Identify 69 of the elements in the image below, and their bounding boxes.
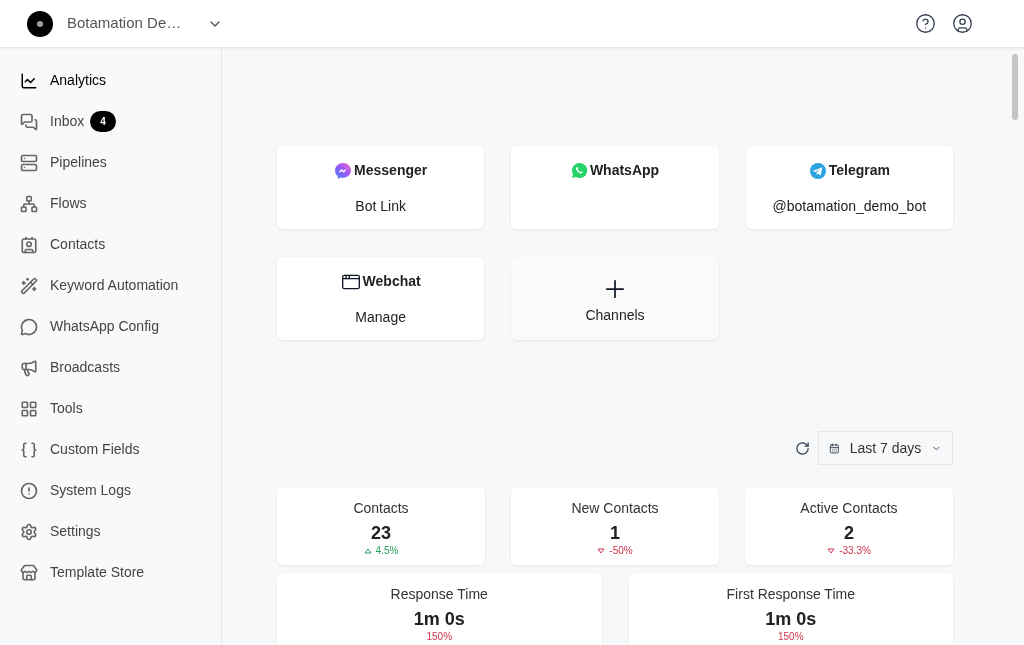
up-triangle-icon bbox=[363, 548, 372, 554]
stat-value: 23 bbox=[371, 522, 391, 545]
sidebar-item[interactable]: WhatsApp Config bbox=[0, 306, 221, 347]
help-icon[interactable] bbox=[915, 13, 936, 34]
add-channel-card[interactable]: Channels bbox=[511, 257, 719, 340]
messenger-icon bbox=[334, 161, 353, 180]
stack-icon bbox=[20, 153, 38, 172]
sidebar-item[interactable]: Contacts bbox=[0, 224, 221, 265]
braces-icon bbox=[20, 440, 38, 459]
sidebar-item[interactable]: Tools bbox=[0, 388, 221, 429]
store-icon bbox=[20, 563, 38, 582]
channel-title: Channels bbox=[585, 306, 645, 325]
chat-icon bbox=[20, 112, 38, 131]
channel-title: Messenger bbox=[354, 161, 428, 180]
stat-label: Response Time bbox=[390, 585, 488, 604]
down-triangle-icon bbox=[597, 548, 606, 554]
megaphone-icon bbox=[20, 358, 38, 377]
stat-label: Active Contacts bbox=[800, 499, 898, 518]
whatsapp-icon bbox=[570, 162, 588, 179]
channel-card[interactable]: Webchat Manage bbox=[277, 257, 485, 340]
channel-card[interactable]: Messenger Bot Link bbox=[277, 146, 485, 229]
stat-change: 4.5% bbox=[375, 545, 399, 557]
down-triangle-icon bbox=[827, 548, 836, 554]
grid-icon bbox=[20, 399, 38, 418]
alert-icon bbox=[20, 481, 38, 500]
channel-title: Webchat bbox=[362, 272, 421, 291]
scrollbar-thumb[interactable] bbox=[1012, 54, 1018, 120]
calendar-icon bbox=[829, 440, 840, 456]
sidebar-item[interactable]: Broadcasts bbox=[0, 347, 221, 388]
stat-label: New Contacts bbox=[571, 499, 659, 518]
channel-card[interactable]: Telegram @botamation_demo_bot bbox=[745, 146, 953, 229]
sidebar-item[interactable]: Keyword Automation bbox=[0, 265, 221, 306]
sidebar-item[interactable]: Pipelines bbox=[0, 142, 221, 183]
logo-icon bbox=[27, 10, 53, 37]
sidebar-item[interactable]: System Logs bbox=[0, 470, 221, 511]
stat-change: 150% bbox=[777, 631, 804, 643]
date-range-dropdown[interactable]: Last 7 days bbox=[818, 431, 953, 465]
hierarchy-icon bbox=[20, 194, 38, 213]
channel-title: Telegram bbox=[828, 161, 890, 180]
channel-title: WhatsApp bbox=[589, 161, 660, 180]
sidebar-item[interactable]: Flows bbox=[0, 183, 221, 224]
refresh-icon[interactable] bbox=[795, 440, 810, 456]
stat-label: First Response Time bbox=[726, 585, 855, 604]
workspace-selector[interactable]: Botamation De… bbox=[67, 12, 224, 35]
magic-wand-icon bbox=[20, 276, 38, 295]
user-account-icon[interactable] bbox=[952, 13, 973, 34]
sidebar-item[interactable]: Template Store bbox=[0, 552, 221, 593]
sidebar-item[interactable]: Inbox 4 bbox=[0, 101, 221, 142]
channel-detail: Manage bbox=[355, 308, 406, 327]
sidebar-item[interactable]: Analytics bbox=[0, 60, 221, 101]
sidebar-item[interactable]: Custom Fields bbox=[0, 429, 221, 470]
settings-icon bbox=[20, 522, 38, 541]
sidebar-item[interactable]: Settings bbox=[0, 511, 221, 552]
stat-value: 2 bbox=[844, 522, 854, 545]
stat-change: 150% bbox=[426, 631, 453, 643]
stat-change: -33.3% bbox=[839, 545, 871, 557]
speech-bubble-icon bbox=[20, 317, 38, 336]
stat-label: Contacts bbox=[353, 499, 409, 518]
stat-value: 1m 0s bbox=[765, 608, 817, 631]
stat-change: -50% bbox=[609, 545, 633, 557]
telegram-icon bbox=[808, 161, 827, 180]
channel-detail: @botamation_demo_bot bbox=[772, 197, 927, 216]
channel-detail: Bot Link bbox=[355, 197, 406, 216]
stat-value: 1 bbox=[610, 522, 620, 545]
chart-icon bbox=[20, 71, 38, 90]
stat-value: 1m 0s bbox=[413, 608, 465, 631]
contact-card-icon bbox=[20, 235, 38, 254]
unread-count: 4 bbox=[90, 111, 116, 132]
channel-card[interactable]: WhatsApp bbox=[511, 146, 719, 229]
